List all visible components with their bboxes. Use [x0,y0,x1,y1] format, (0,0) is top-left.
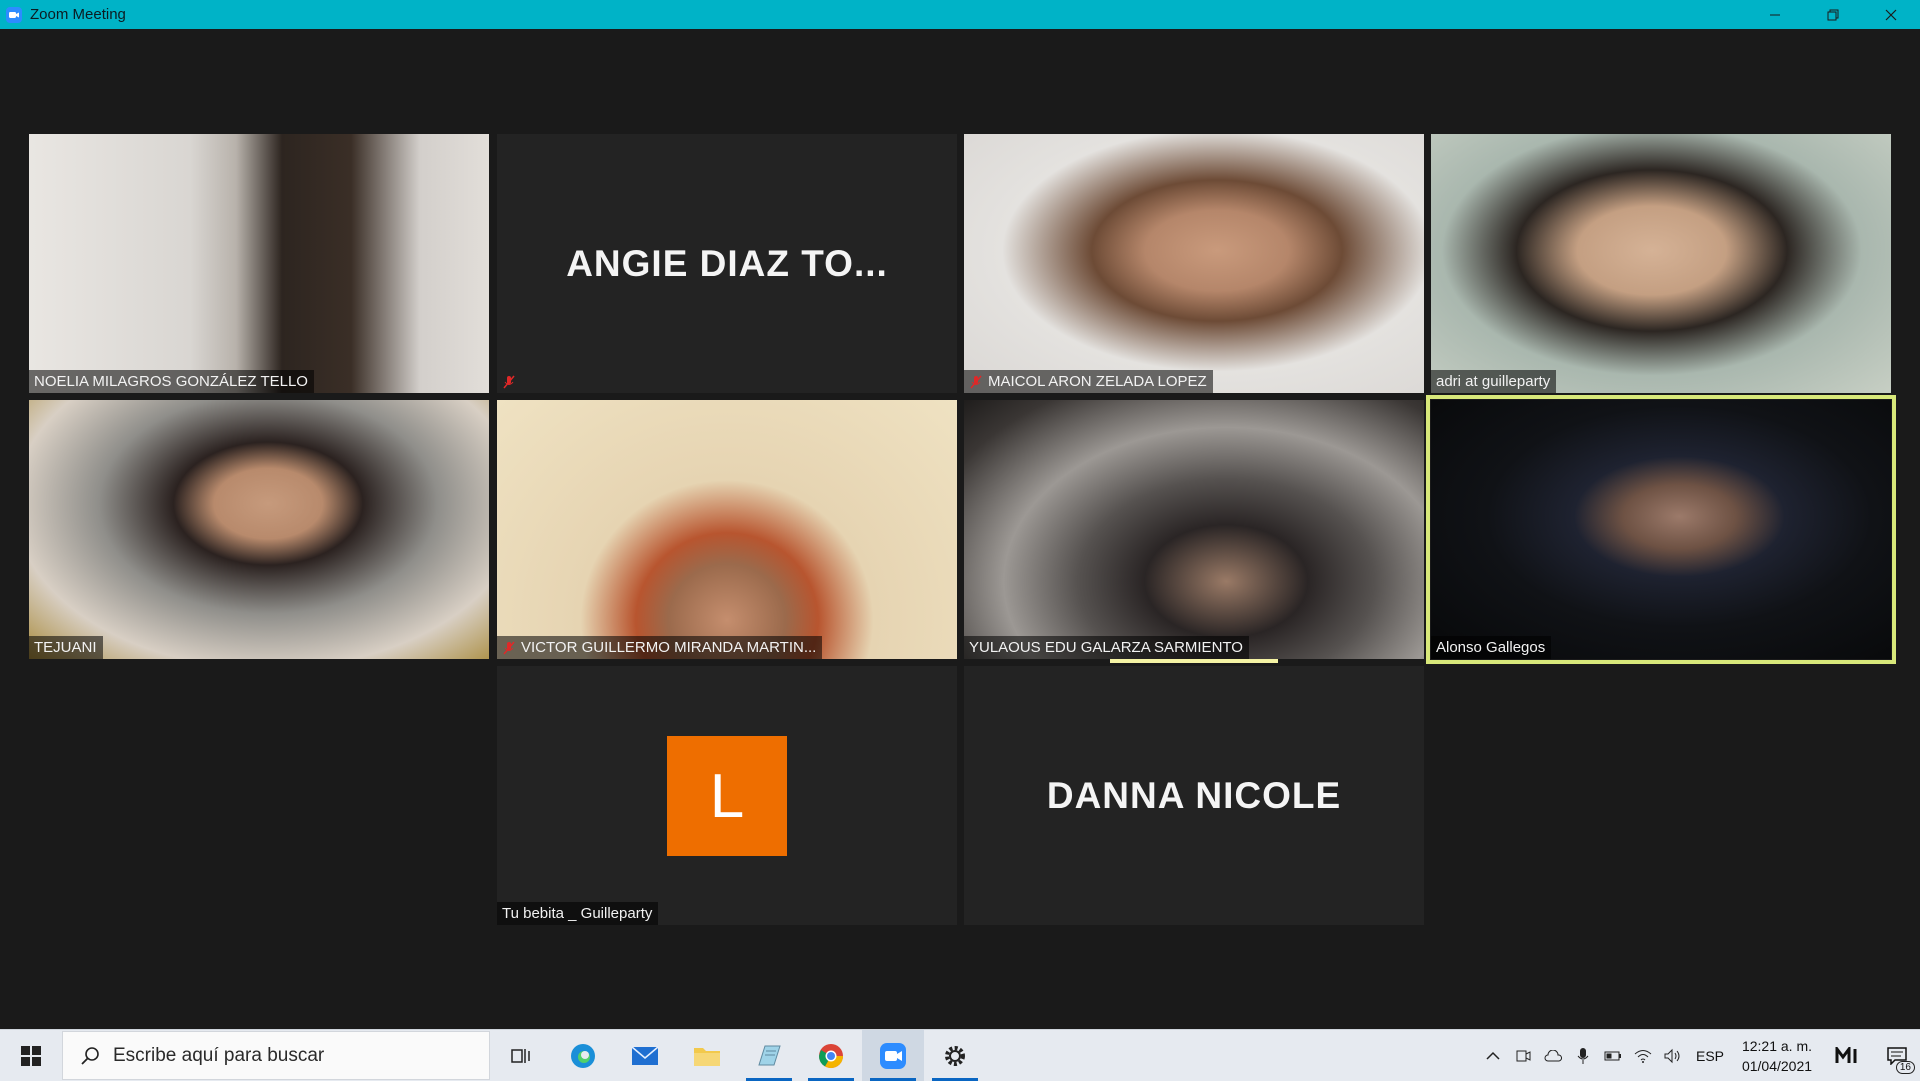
wifi-icon [1634,1049,1652,1063]
mail-icon [631,1045,659,1065]
notification-count-badge: 16 [1895,1061,1915,1074]
folder-icon [694,1047,720,1066]
participant-name: Tu bebita _ Guilleparty [502,905,653,922]
video-tile-adri[interactable]: adri at guilleparty [1431,134,1891,393]
participant-name-tag: MAICOL ARON ZELADA LOPEZ [964,370,1213,393]
restore-button[interactable] [1804,0,1862,29]
video-tile-tejuani[interactable]: TEJUANI [29,400,489,659]
participant-video [497,400,957,659]
participant-name: Alonso Gallegos [1436,639,1546,656]
edge-browser-icon [571,1043,595,1068]
system-tray: ESP 12:21 a. m. 01/04/2021 16 [1478,1030,1920,1081]
tray-app-logo[interactable] [1822,1030,1874,1081]
minimize-button[interactable] [1746,0,1804,29]
participant-name-tag: Alonso Gallegos [1431,636,1552,659]
taskbar-search-box[interactable]: Escribe aquí para buscar [62,1031,490,1080]
participant-video [29,400,489,659]
taskbar-zoom[interactable] [862,1030,924,1081]
windows-logo-icon [21,1045,41,1066]
clock-date: 01/04/2021 [1741,1057,1813,1074]
participant-video [964,400,1424,659]
participant-name: NOELIA MILAGROS GONZÁLEZ TELLO [34,373,308,390]
chrome-icon [819,1043,843,1068]
meet-now-icon [1516,1050,1531,1061]
taskbar-notes-app[interactable] [738,1030,800,1081]
task-view-button[interactable] [490,1030,552,1081]
participant-name: VICTOR GUILLERMO MIRANDA MARTIN... [521,639,817,656]
participant-video [29,134,489,393]
tray-microphone[interactable] [1568,1030,1598,1081]
speaker-icon [1664,1048,1680,1063]
cloud-icon [1544,1049,1562,1061]
video-tile-alonso[interactable]: Alonso Gallegos [1431,400,1891,659]
search-icon [81,1046,99,1065]
close-button[interactable] [1862,0,1920,29]
tray-wifi[interactable] [1628,1030,1658,1081]
action-center-button[interactable]: 16 [1874,1030,1920,1081]
app-logo-icon [1835,1046,1857,1063]
window-title: Zoom Meeting [30,6,126,23]
tray-onedrive[interactable] [1538,1030,1568,1081]
video-tile-yulaous[interactable]: YULAOUS EDU GALARZA SARMIENTO [964,400,1424,659]
search-placeholder: Escribe aquí para buscar [113,1044,325,1066]
participant-name: YULAOUS EDU GALARZA SARMIENTO [969,639,1243,656]
video-tile-danna[interactable]: DANNA NICOLE [964,666,1424,925]
windows-taskbar: Escribe aquí para buscar ESP 12:21 a. m.… [0,1029,1920,1081]
gallery-view: NOELIA MILAGROS GONZÁLEZ TELLO ANGIE DIA… [0,29,1920,1029]
taskbar-chrome[interactable] [800,1030,862,1081]
tray-volume[interactable] [1658,1030,1688,1081]
chevron-up-icon [1486,1051,1500,1060]
audio-level-indicator [1110,659,1278,663]
input-language[interactable]: ESP [1688,1030,1732,1081]
gear-icon [945,1045,965,1066]
taskbar-edge[interactable] [552,1030,614,1081]
muted-mic-icon [503,641,515,654]
taskbar-file-explorer[interactable] [676,1030,738,1081]
participant-name: TEJUANI [34,639,97,656]
clock-time: 12:21 a. m. [1741,1037,1813,1054]
video-tile-maicol[interactable]: MAICOL ARON ZELADA LOPEZ [964,134,1424,393]
participant-name-tag: Tu bebita _ Guilleparty [497,902,659,925]
taskbar-settings[interactable] [924,1030,986,1081]
participant-display-name: DANNA NICOLE [1046,774,1342,816]
taskbar-clock[interactable]: 12:21 a. m. 01/04/2021 [1732,1036,1822,1076]
participant-video [964,134,1424,393]
participant-name: MAICOL ARON ZELADA LOPEZ [988,373,1207,390]
participant-video [1431,400,1891,659]
video-tile-victor[interactable]: VICTOR GUILLERMO MIRANDA MARTIN... [497,400,957,659]
muted-mic-icon [503,375,515,388]
start-button[interactable] [0,1030,62,1081]
participant-display-name: ANGIE DIAZ TO... [566,242,888,284]
participant-name-tag: YULAOUS EDU GALARZA SARMIENTO [964,636,1249,659]
muted-mic-icon [970,375,982,388]
participant-name-tag: adri at guilleparty [1431,370,1557,393]
participant-name-tag: TEJUANI [29,636,103,659]
participant-name-tag [497,370,522,393]
tray-battery[interactable] [1598,1030,1628,1081]
tray-meet-now[interactable] [1508,1030,1538,1081]
participant-name-tag: NOELIA MILAGROS GONZÁLEZ TELLO [29,370,314,393]
show-hidden-icons-button[interactable] [1478,1030,1508,1081]
microphone-icon [1577,1047,1589,1064]
taskbar-mail[interactable] [614,1030,676,1081]
title-bar: Zoom Meeting [0,0,1920,29]
participant-video [1431,134,1891,393]
participant-name: adri at guilleparty [1436,373,1551,390]
battery-icon [1604,1051,1621,1060]
participant-name-tag: VICTOR GUILLERMO MIRANDA MARTIN... [497,636,823,659]
task-view-icon [511,1048,530,1063]
notepad-icon [758,1045,781,1065]
zoom-icon [880,1042,906,1069]
zoom-app-icon [6,6,22,23]
video-tile-angie[interactable]: ANGIE DIAZ TO... [497,134,957,393]
video-tile-noelia[interactable]: NOELIA MILAGROS GONZÁLEZ TELLO [29,134,489,393]
participant-avatar: L [667,736,787,856]
video-tile-tu-bebita[interactable]: L Tu bebita _ Guilleparty [497,666,957,925]
